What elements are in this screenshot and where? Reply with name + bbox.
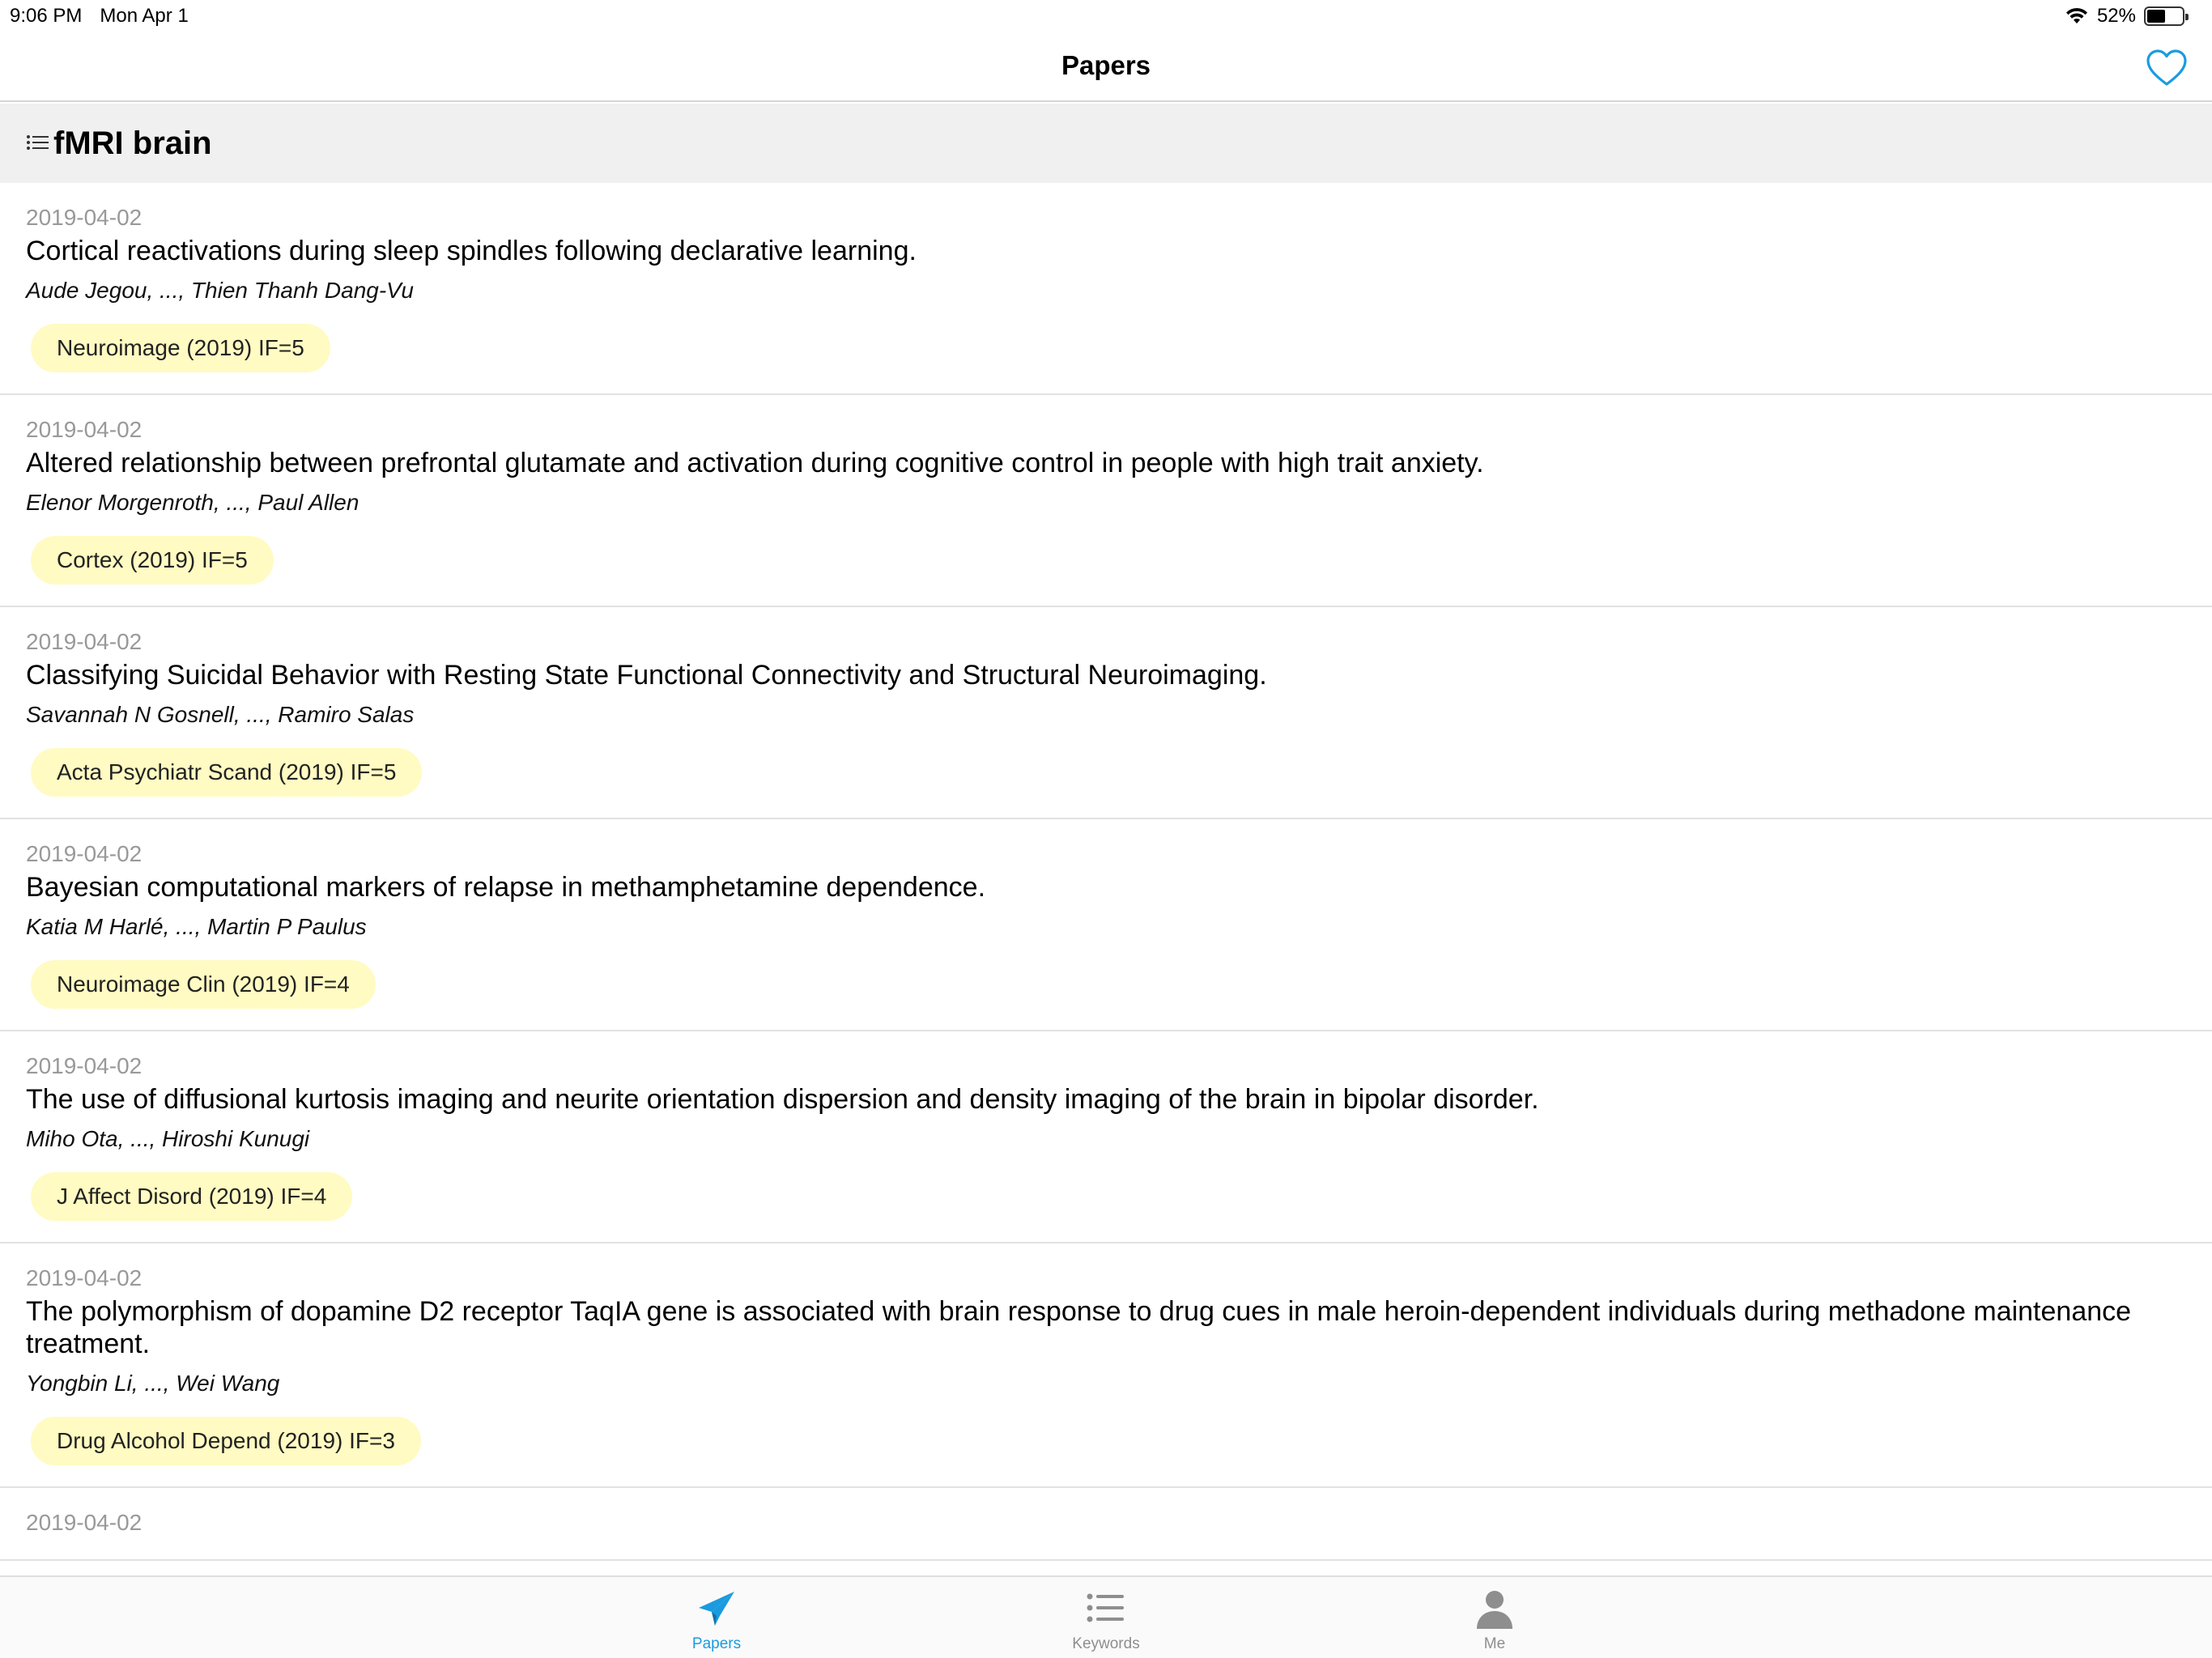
tab-bar: Papers Keywords Me: [0, 1575, 2212, 1658]
papers-list[interactable]: 2019-04-02 Cortical reactivations during…: [0, 183, 2212, 1575]
tab-papers[interactable]: Papers: [652, 1587, 781, 1653]
paper-date: 2019-04-02: [26, 1510, 143, 1535]
journal-badge: Drug Alcohol Depend (2019) IF=3: [31, 1417, 421, 1465]
tab-label: Me: [1483, 1635, 1506, 1652]
paper-title: Classifying Suicidal Behavior with Resti…: [26, 660, 1267, 691]
tab-keywords[interactable]: Keywords: [1041, 1587, 1171, 1653]
battery-percent: 52%: [2096, 5, 2136, 27]
status-time: 9:06 PM: [10, 5, 83, 27]
paper-plane-icon: [699, 1592, 734, 1626]
paper-title: The use of diffusional kurtosis imaging …: [26, 1084, 1539, 1115]
page-title: Papers: [1061, 50, 1151, 80]
paper-authors: Yongbin Li, ..., Wei Wang: [26, 1371, 280, 1396]
journal-badge: Acta Psychiatr Scand (2019) IF=5: [31, 748, 423, 797]
battery-icon: [2144, 6, 2189, 26]
paper-authors: Aude Jegou, ..., Thien Thanh Dang-Vu: [26, 278, 414, 303]
section-title: fMRI brain: [53, 125, 212, 161]
journal-badge: Neuroimage (2019) IF=5: [31, 324, 330, 372]
status-date: Mon Apr 1: [100, 5, 189, 27]
section-header: fMRI brain: [0, 104, 2212, 183]
app-root: 9:06 PM Mon Apr 1 52% Papers fMRI brain …: [0, 0, 2212, 1658]
paper-title: Bayesian computational markers of relaps…: [26, 872, 986, 903]
paper-row[interactable]: 2019-04-02 Cortical reactivations during…: [0, 183, 2212, 395]
paper-title: The polymorphism of dopamine D2 receptor…: [26, 1296, 2132, 1359]
tab-label: Keywords: [1072, 1635, 1140, 1652]
status-left: 9:06 PM Mon Apr 1: [10, 5, 189, 28]
paper-authors: Miho Ota, ..., Hiroshi Kunugi: [26, 1126, 310, 1151]
paper-row[interactable]: 2019-04-02 The use of diffusional kurtos…: [0, 1031, 2212, 1244]
battery-level: [2147, 10, 2165, 23]
paper-row[interactable]: 2019-04-02 Classifying Suicidal Behavior…: [0, 607, 2212, 819]
paper-row[interactable]: 2019-04-02 The polymorphism of dopamine …: [0, 1244, 2212, 1488]
paper-date: 2019-04-02: [26, 205, 143, 230]
paper-date: 2019-04-02: [26, 1265, 143, 1290]
person-icon: [1477, 1591, 1512, 1629]
paper-authors: Savannah N Gosnell, ..., Ramiro Salas: [26, 702, 415, 727]
paper-row[interactable]: 2019-04-02 Bayesian computational marker…: [0, 819, 2212, 1031]
journal-badge: Cortex (2019) IF=5: [31, 536, 274, 585]
paper-date: 2019-04-02: [26, 1053, 143, 1078]
journal-badge: Neuroimage Clin (2019) IF=4: [31, 960, 376, 1009]
favorites-heart-icon[interactable]: [2144, 45, 2189, 91]
paper-authors: Elenor Morgenroth, ..., Paul Allen: [26, 490, 359, 515]
status-bar: 9:06 PM Mon Apr 1 52%: [0, 0, 2212, 36]
tab-label: Papers: [691, 1635, 742, 1652]
paper-date: 2019-04-02: [26, 417, 143, 442]
wifi-icon: [2065, 7, 2087, 23]
list-icon: [1087, 1593, 1124, 1622]
paper-title: Cortical reactivations during sleep spin…: [26, 236, 917, 266]
paper-row-partial[interactable]: 2019-04-02: [0, 1488, 2212, 1561]
status-right: 52%: [2065, 5, 2189, 28]
paper-date: 2019-04-02: [26, 841, 143, 866]
paper-title: Altered relationship between prefrontal …: [26, 448, 1484, 478]
tab-me[interactable]: Me: [1430, 1587, 1559, 1653]
paper-row[interactable]: 2019-04-02 Altered relationship between …: [0, 395, 2212, 607]
list-bullets-icon: [27, 135, 49, 150]
paper-date: 2019-04-02: [26, 629, 143, 654]
navigation-bar: Papers: [0, 36, 2212, 102]
paper-authors: Katia M Harlé, ..., Martin P Paulus: [26, 914, 367, 939]
journal-badge: J Affect Disord (2019) IF=4: [31, 1172, 353, 1221]
